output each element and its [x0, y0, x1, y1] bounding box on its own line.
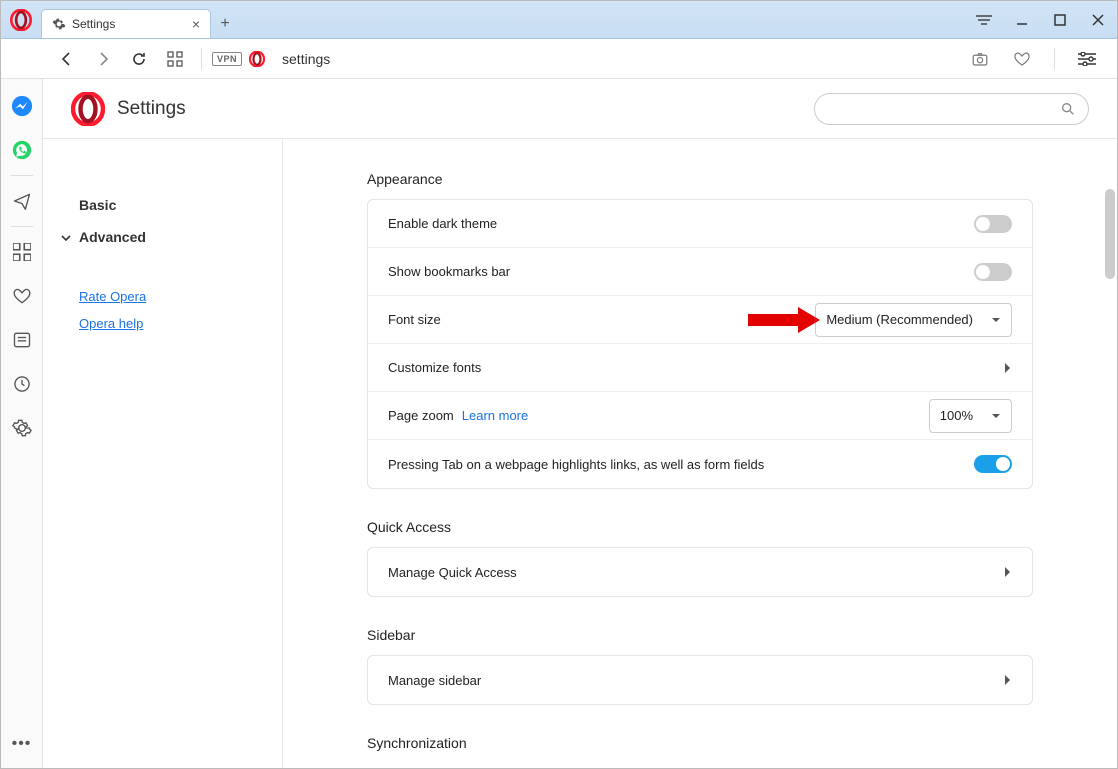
- speed-dial-button[interactable]: [159, 43, 191, 75]
- gear-icon: [52, 17, 66, 31]
- toggle-bookmarks-bar[interactable]: [974, 263, 1012, 281]
- content-body: Basic Advanced Rate Opera Opera help App…: [43, 139, 1117, 768]
- news-rail-icon[interactable]: [11, 329, 33, 351]
- nav-advanced-label: Advanced: [79, 229, 146, 245]
- content-header: Settings: [43, 79, 1117, 139]
- forward-button[interactable]: [87, 43, 119, 75]
- toolbar: VPN settings: [1, 39, 1117, 79]
- page-title: Settings: [117, 98, 186, 120]
- toggle-tab-highlights[interactable]: [974, 455, 1012, 473]
- nav-advanced[interactable]: Advanced: [43, 221, 282, 253]
- appearance-card: Enable dark theme Show bookmarks bar Fon…: [367, 199, 1033, 489]
- settings-search[interactable]: [814, 93, 1089, 125]
- settings-rail-icon[interactable]: [11, 417, 33, 439]
- opera-logo-icon: [71, 92, 105, 126]
- search-input[interactable]: [827, 101, 1060, 116]
- caret-down-icon: [991, 411, 1001, 421]
- settings-nav: Basic Advanced Rate Opera Opera help: [43, 139, 283, 768]
- close-window-button[interactable]: [1079, 1, 1117, 39]
- row-label: Manage sidebar: [388, 673, 1004, 688]
- settings-main: Appearance Enable dark theme Show bookma…: [283, 139, 1117, 768]
- sidebar-rail: •••: [1, 79, 43, 768]
- row-label: Pressing Tab on a webpage highlights lin…: [388, 457, 974, 472]
- tab-title: Settings: [72, 17, 186, 31]
- row-customize-fonts[interactable]: Customize fonts: [368, 344, 1032, 392]
- red-arrow-annotation: [748, 307, 820, 333]
- titlebar: Settings × +: [1, 1, 1117, 39]
- window-controls: [1003, 1, 1117, 39]
- chevron-right-icon: [1004, 362, 1012, 374]
- nav-opera-help[interactable]: Opera help: [43, 310, 282, 337]
- chevron-right-icon: [1004, 566, 1012, 578]
- address-bar[interactable]: settings: [272, 51, 960, 67]
- row-label: Show bookmarks bar: [388, 264, 974, 279]
- minimize-button[interactable]: [1003, 1, 1041, 39]
- main-area: ••• Settings Basic: [1, 79, 1117, 768]
- site-opera-icon: [246, 43, 268, 75]
- dropdown-value: 100%: [940, 408, 973, 423]
- nav-basic[interactable]: Basic: [43, 189, 282, 221]
- content: Settings Basic Advanced Rate Opera Oper: [43, 79, 1117, 768]
- scrollbar-thumb[interactable]: [1105, 189, 1115, 279]
- row-manage-quickaccess[interactable]: Manage Quick Access: [368, 548, 1032, 596]
- section-quickaccess-title: Quick Access: [367, 519, 1033, 535]
- section-appearance-title: Appearance: [367, 171, 1033, 187]
- new-tab-button[interactable]: +: [211, 15, 239, 33]
- opera-menu-button[interactable]: [1, 9, 41, 31]
- section-sync-title: Synchronization: [367, 735, 1033, 751]
- nav-rate-opera[interactable]: Rate Opera: [43, 283, 282, 310]
- bookmark-heart-button[interactable]: [1006, 43, 1038, 75]
- close-tab-button[interactable]: ×: [192, 16, 200, 32]
- back-button[interactable]: [51, 43, 83, 75]
- sidebar-card: Manage sidebar: [367, 655, 1033, 705]
- whatsapp-icon[interactable]: [11, 139, 33, 161]
- search-icon: [1060, 101, 1076, 117]
- row-label: Enable dark theme: [388, 216, 974, 231]
- scrollbar[interactable]: [1101, 139, 1117, 768]
- vpn-badge[interactable]: VPN: [212, 52, 242, 66]
- messenger-icon[interactable]: [11, 95, 33, 117]
- send-icon[interactable]: [11, 190, 33, 212]
- bookmarks-rail-icon[interactable]: [11, 285, 33, 307]
- toolbar-menu-icon[interactable]: [965, 1, 1003, 39]
- opera-logo-icon: [10, 9, 32, 31]
- quickaccess-card: Manage Quick Access: [367, 547, 1033, 597]
- learn-more-link[interactable]: Learn more: [462, 408, 528, 423]
- section-sidebar-title: Sidebar: [367, 627, 1033, 643]
- reload-button[interactable]: [123, 43, 155, 75]
- speed-dial-rail-icon[interactable]: [11, 241, 33, 263]
- easy-setup-button[interactable]: [1071, 43, 1103, 75]
- browser-window: Settings × +: [0, 0, 1118, 769]
- row-bookmarks-bar: Show bookmarks bar: [368, 248, 1032, 296]
- row-page-zoom: Page zoom Learn more 100%: [368, 392, 1032, 440]
- dropdown-page-zoom[interactable]: 100%: [929, 399, 1012, 433]
- row-dark-theme: Enable dark theme: [368, 200, 1032, 248]
- chevron-right-icon: [1004, 674, 1012, 686]
- row-label: Page zoom: [388, 408, 454, 423]
- dropdown-value: Medium (Recommended): [826, 312, 973, 327]
- caret-down-icon: [991, 315, 1001, 325]
- row-label: Manage Quick Access: [388, 565, 1004, 580]
- row-tab-highlights: Pressing Tab on a webpage highlights lin…: [368, 440, 1032, 488]
- browser-tab[interactable]: Settings ×: [41, 9, 211, 38]
- snapshot-button[interactable]: [964, 43, 996, 75]
- row-label: Customize fonts: [388, 360, 1004, 375]
- dropdown-font-size[interactable]: Medium (Recommended): [815, 303, 1012, 337]
- history-rail-icon[interactable]: [11, 373, 33, 395]
- maximize-button[interactable]: [1041, 1, 1079, 39]
- row-font-size: Font size Medium (Recommended): [368, 296, 1032, 344]
- row-manage-sidebar[interactable]: Manage sidebar: [368, 656, 1032, 704]
- rail-more-button[interactable]: •••: [12, 735, 32, 753]
- toggle-dark-theme[interactable]: [974, 215, 1012, 233]
- caret-down-icon: [61, 233, 71, 243]
